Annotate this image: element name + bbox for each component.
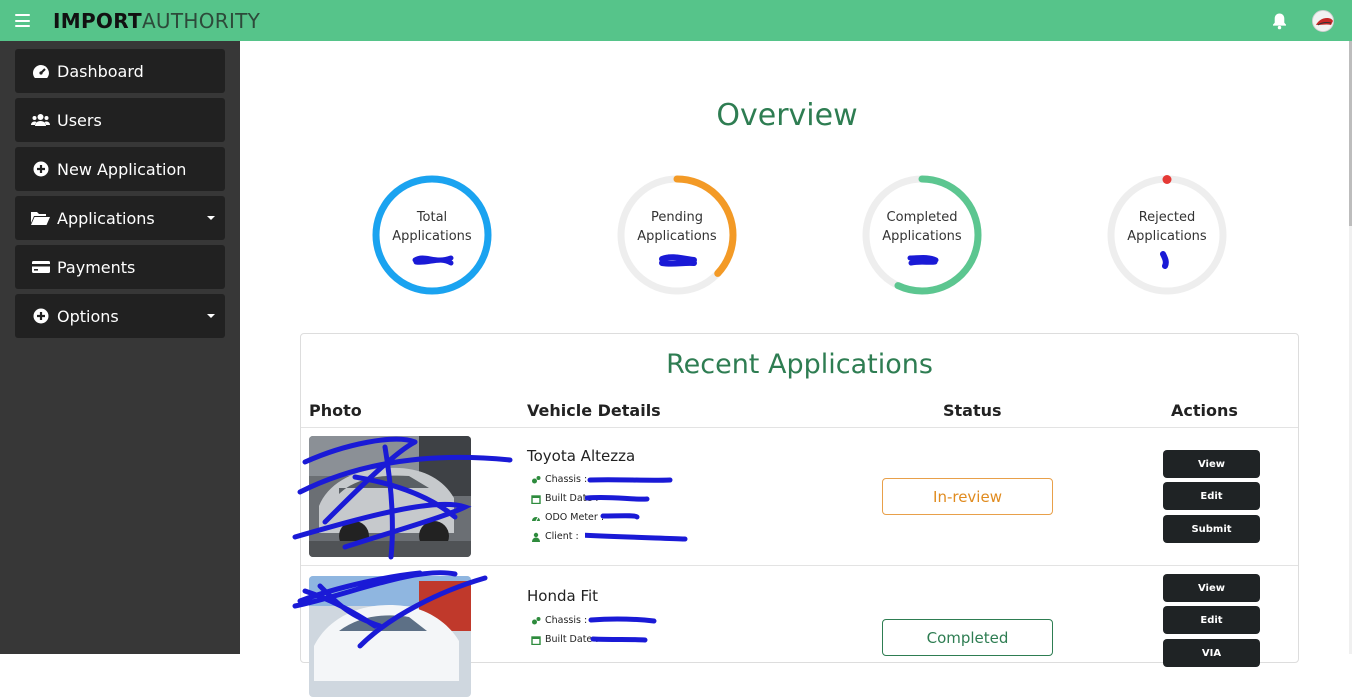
plus-circle-icon	[31, 161, 50, 177]
redaction-mark	[659, 254, 697, 267]
detail-chassis: Chassis :	[531, 615, 587, 626]
menu-icon[interactable]	[15, 14, 30, 27]
sidebar-item-label: New Application	[57, 159, 187, 179]
sidebar-item-payments[interactable]: Payments	[15, 245, 225, 289]
sidebar-item-label: Dashboard	[57, 61, 144, 81]
chevron-down-icon	[207, 216, 215, 220]
table-divider	[301, 427, 1298, 428]
sidebar-item-dashboard[interactable]: Dashboard	[15, 49, 225, 93]
status-badge: Completed	[882, 619, 1053, 656]
sidebar-item-label: Users	[57, 110, 102, 130]
column-header-vehicle-details: Vehicle Details	[527, 401, 661, 420]
stat-pending-applications: Pending Applications	[616, 174, 738, 296]
vehicle-name: Honda Fit	[527, 587, 599, 605]
detail-client: Client :	[531, 531, 579, 542]
column-header-photo: Photo	[309, 401, 362, 420]
sidebar-item-label: Options	[57, 306, 119, 326]
via-button[interactable]: VIA	[1163, 639, 1260, 667]
stat-total-applications: Total Applications	[371, 174, 493, 296]
users-icon	[31, 112, 50, 128]
bell-icon[interactable]	[1271, 12, 1288, 30]
avatar[interactable]	[1312, 10, 1334, 32]
sidebar-item-users[interactable]: Users	[15, 98, 225, 142]
speedometer-icon	[531, 513, 541, 523]
sidebar-item-label: Payments	[57, 257, 136, 277]
redaction-mark	[588, 616, 657, 643]
column-header-actions: Actions	[1171, 401, 1238, 420]
folder-open-icon	[31, 210, 50, 226]
stat-label: Pending Applications	[637, 210, 717, 244]
submit-button[interactable]: Submit	[1163, 515, 1260, 543]
redaction-mark	[292, 436, 513, 560]
redaction-mark	[292, 570, 488, 649]
stat-label: Completed Applications	[882, 210, 962, 244]
stat-label: Total Applications	[392, 210, 472, 244]
stat-rejected-applications: Rejected Applications	[1106, 174, 1228, 296]
view-button[interactable]: View	[1163, 450, 1260, 478]
stat-label: Rejected Applications	[1127, 210, 1207, 244]
vehicle-name: Toyota Altezza	[527, 447, 636, 465]
sidebar-item-applications[interactable]: Applications	[15, 196, 225, 240]
cogs-icon	[531, 475, 541, 485]
chevron-down-icon	[207, 314, 215, 318]
calendar-icon	[531, 635, 541, 645]
view-button[interactable]: View	[1163, 574, 1260, 602]
brand-light: AUTHORITY	[141, 9, 261, 33]
column-header-status: Status	[943, 401, 1002, 420]
dashboard-icon	[31, 63, 50, 79]
sidebar-item-new-application[interactable]: New Application	[15, 147, 225, 191]
edit-button[interactable]: Edit	[1163, 482, 1260, 510]
sidebar-item-options[interactable]: Options	[15, 294, 225, 338]
recent-applications-title: Recent Applications	[666, 349, 933, 380]
detail-chassis: Chassis :	[531, 474, 587, 485]
plus-circle-icon	[31, 308, 50, 324]
cogs-icon	[531, 616, 541, 626]
credit-card-icon	[31, 259, 50, 275]
sidebar-item-label: Applications	[57, 208, 155, 228]
brand-bold: IMPORT	[53, 9, 142, 33]
redaction-mark	[412, 255, 454, 266]
user-icon	[531, 532, 541, 542]
stat-completed-applications: Completed Applications	[861, 174, 983, 296]
calendar-icon	[531, 494, 541, 504]
brand-logo[interactable]: IMPORTAUTHORITY	[53, 9, 260, 33]
overview-title: Overview	[716, 98, 858, 133]
status-badge: In-review	[882, 478, 1053, 515]
edit-button[interactable]: Edit	[1163, 606, 1260, 634]
redaction-mark	[907, 255, 939, 266]
redaction-mark	[1160, 251, 1169, 269]
redaction-mark	[585, 477, 688, 542]
